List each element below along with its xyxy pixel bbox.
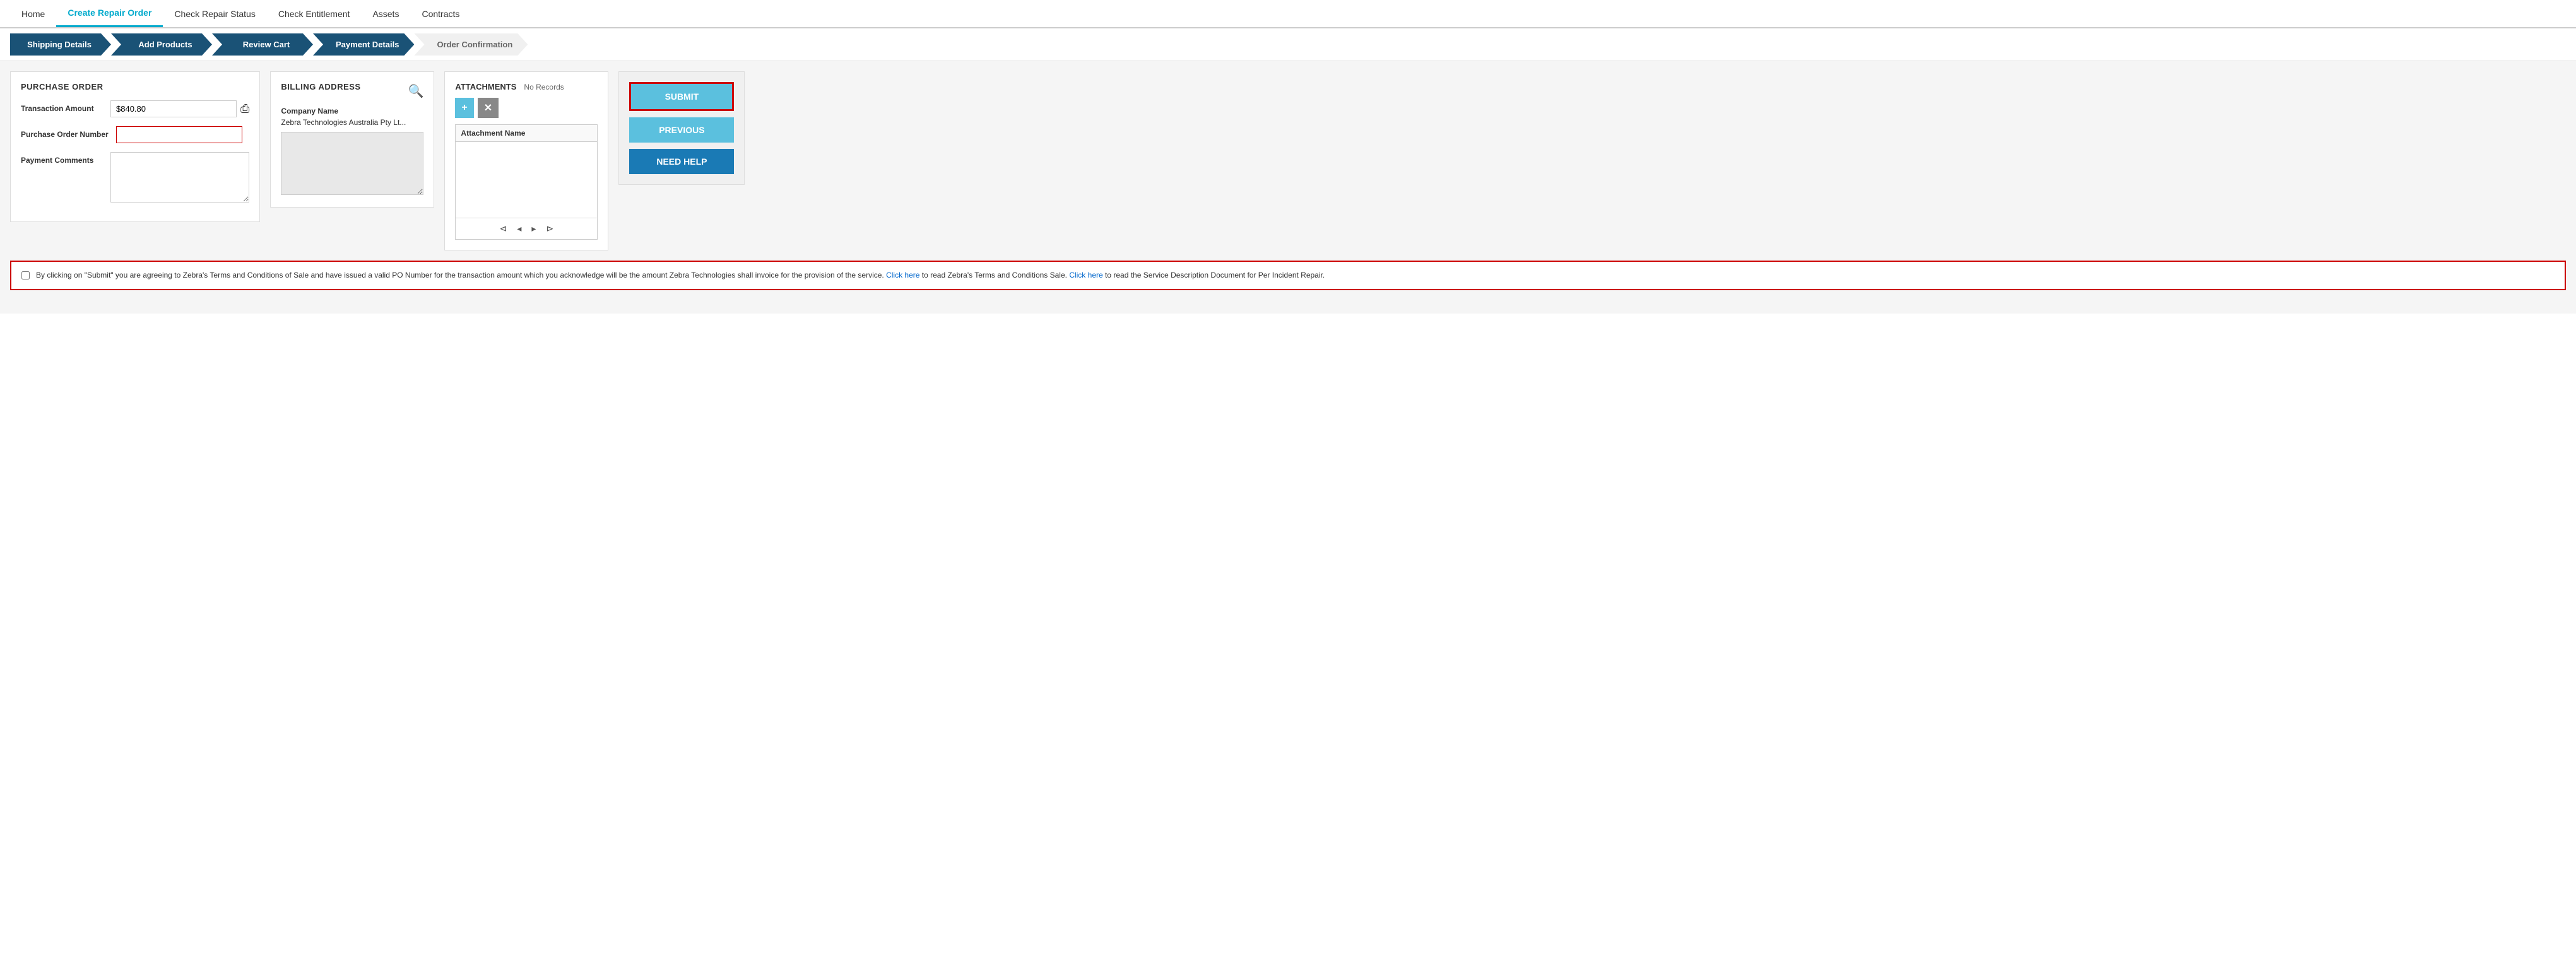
pagination-next-button[interactable]: ▸ bbox=[529, 222, 538, 235]
attach-buttons: + ✕ bbox=[455, 98, 598, 118]
nav-item-contracts[interactable]: Contracts bbox=[410, 1, 471, 26]
step-order-confirmation[interactable]: Order Confirmation bbox=[414, 33, 528, 56]
pagination-prev-button[interactable]: ◂ bbox=[514, 222, 524, 235]
steps-bar: Shipping Details Add Products Review Car… bbox=[0, 28, 2576, 61]
terms-link2[interactable]: Click here bbox=[1069, 271, 1102, 279]
pagination-last-button[interactable]: ⊳ bbox=[543, 222, 556, 235]
payment-comments-input-wrapper bbox=[110, 152, 249, 203]
panels-row: PURCHASE ORDER Transaction Amount ⎙ Purc… bbox=[10, 71, 2566, 250]
billing-company-value: Zebra Technologies Australia Pty Lt... bbox=[281, 118, 423, 127]
terms-checkbox[interactable] bbox=[21, 271, 30, 279]
po-number-input-wrapper bbox=[116, 126, 250, 143]
billing-address-title: BILLING ADDRESS bbox=[281, 82, 360, 91]
payment-comments-label: Payment Comments bbox=[21, 152, 103, 165]
attachment-name-column-header: Attachment Name bbox=[456, 125, 597, 142]
step-add-products[interactable]: Add Products bbox=[111, 33, 212, 56]
nav-item-create-repair-order[interactable]: Create Repair Order bbox=[56, 0, 163, 27]
no-records-badge: No Records bbox=[524, 83, 564, 91]
attachments-title: ATTACHMENTS bbox=[455, 82, 516, 91]
billing-address-textarea[interactable] bbox=[281, 132, 423, 195]
po-number-row: Purchase Order Number bbox=[21, 126, 249, 143]
terms-text-before-link1: By clicking on "Submit" you are agreeing… bbox=[36, 271, 886, 279]
terms-section: By clicking on "Submit" you are agreeing… bbox=[10, 261, 2566, 290]
attachments-header: ATTACHMENTS No Records bbox=[455, 82, 598, 91]
pagination-first-button[interactable]: ⊲ bbox=[497, 222, 510, 235]
nav-item-assets[interactable]: Assets bbox=[361, 1, 410, 26]
search-icon: 🔍 bbox=[408, 85, 424, 98]
billing-search-button[interactable]: 🔍 bbox=[408, 83, 424, 99]
terms-text-between-links: to read Zebra's Terms and Conditions Sal… bbox=[919, 271, 1069, 279]
payment-comments-input[interactable] bbox=[110, 152, 249, 203]
transaction-amount-row: Transaction Amount ⎙ bbox=[21, 100, 249, 117]
need-help-button[interactable]: NEED HELP bbox=[629, 149, 734, 174]
attachments-table: Attachment Name ⊲ ◂ ▸ ⊳ bbox=[455, 124, 598, 240]
transaction-amount-label: Transaction Amount bbox=[21, 100, 103, 113]
add-attachment-button[interactable]: + bbox=[455, 98, 473, 118]
terms-link1[interactable]: Click here bbox=[886, 271, 919, 279]
po-number-label: Purchase Order Number bbox=[21, 126, 109, 139]
terms-text: By clicking on "Submit" you are agreeing… bbox=[36, 269, 1325, 281]
actions-panel: SUBMIT PREVIOUS NEED HELP bbox=[618, 71, 745, 185]
terms-text-after-link2: to read the Service Description Document… bbox=[1103, 271, 1325, 279]
billing-company-label: Company Name bbox=[281, 107, 423, 115]
step-payment-details[interactable]: Payment Details bbox=[313, 33, 414, 56]
po-number-input[interactable] bbox=[116, 126, 242, 143]
payment-comments-row: Payment Comments bbox=[21, 152, 249, 203]
previous-button[interactable]: PREVIOUS bbox=[629, 117, 734, 143]
top-nav: Home Create Repair Order Check Repair St… bbox=[0, 0, 2576, 28]
transaction-amount-input[interactable] bbox=[110, 100, 237, 117]
attachments-pagination: ⊲ ◂ ▸ ⊳ bbox=[456, 218, 597, 239]
purchase-order-title: PURCHASE ORDER bbox=[21, 82, 249, 91]
nav-item-home[interactable]: Home bbox=[10, 1, 56, 26]
submit-button[interactable]: SUBMIT bbox=[629, 82, 734, 111]
main-content: PURCHASE ORDER Transaction Amount ⎙ Purc… bbox=[0, 61, 2576, 314]
remove-attachment-button[interactable]: ✕ bbox=[478, 98, 499, 118]
attachments-table-body bbox=[456, 142, 597, 218]
transaction-amount-input-wrapper: ⎙ bbox=[110, 100, 249, 117]
step-shipping-details[interactable]: Shipping Details bbox=[10, 33, 111, 56]
step-review-cart[interactable]: Review Cart bbox=[212, 33, 313, 56]
document-icon: ⎙ bbox=[240, 102, 249, 115]
nav-item-check-repair-status[interactable]: Check Repair Status bbox=[163, 1, 266, 26]
nav-item-check-entitlement[interactable]: Check Entitlement bbox=[267, 1, 362, 26]
attachments-panel: ATTACHMENTS No Records + ✕ Attachment Na… bbox=[444, 71, 608, 250]
billing-address-panel: BILLING ADDRESS 🔍 Company Name Zebra Tec… bbox=[270, 71, 434, 208]
billing-header: BILLING ADDRESS 🔍 bbox=[281, 82, 423, 100]
purchase-order-panel: PURCHASE ORDER Transaction Amount ⎙ Purc… bbox=[10, 71, 260, 222]
